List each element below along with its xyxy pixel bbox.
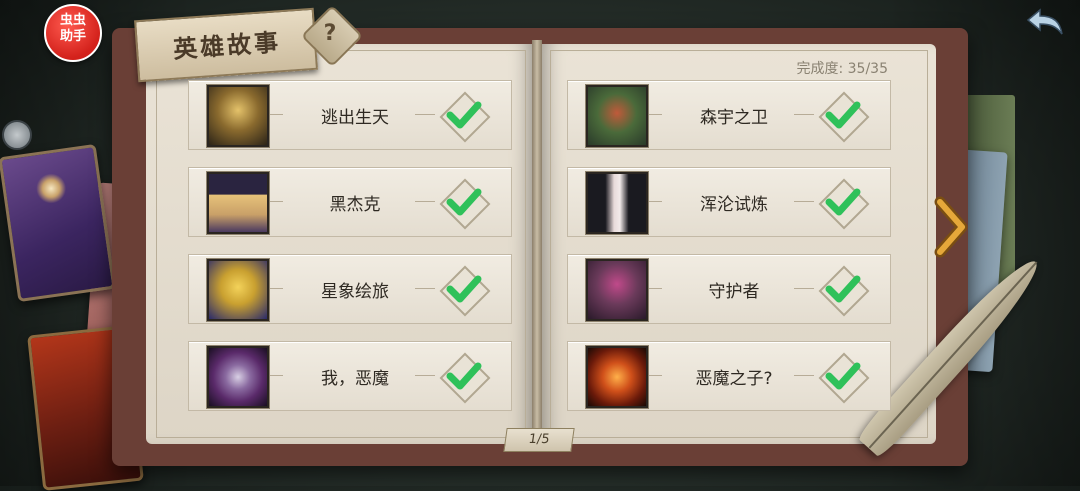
coin-decoration bbox=[2, 120, 32, 150]
checkmark-icon bbox=[825, 188, 861, 216]
story-row-2[interactable]: 黑杰克 bbox=[188, 167, 512, 237]
story-row-8[interactable]: 恶魔之子? bbox=[567, 341, 891, 411]
completed-check bbox=[818, 178, 870, 230]
checkmark-icon bbox=[446, 101, 482, 129]
hero-portrait-1 bbox=[207, 85, 269, 147]
story-row-5[interactable]: 森宇之卫 bbox=[567, 80, 891, 150]
checkmark-icon bbox=[446, 275, 482, 303]
story-row-4[interactable]: 我，恶魔 bbox=[188, 341, 512, 411]
story-title: 星象绘旅 bbox=[321, 282, 389, 302]
story-title: 恶魔之子? bbox=[695, 369, 773, 389]
checkmark-icon bbox=[446, 362, 482, 390]
story-title: 浑沦试炼 bbox=[700, 195, 768, 215]
checkmark-icon bbox=[446, 188, 482, 216]
helper-badge-label[interactable]: 虫虫 助手 bbox=[44, 13, 102, 45]
hero-portrait-8 bbox=[586, 346, 648, 408]
completed-check bbox=[818, 265, 870, 317]
completed-check bbox=[439, 91, 491, 143]
card-decoration-purple bbox=[0, 143, 116, 303]
back-arrow-icon[interactable] bbox=[1024, 6, 1066, 38]
checkmark-icon bbox=[825, 362, 861, 390]
hero-portrait-6 bbox=[586, 172, 648, 234]
checkmark-icon bbox=[825, 101, 861, 129]
hero-portrait-4 bbox=[207, 346, 269, 408]
completed-check bbox=[439, 178, 491, 230]
completion-label: 完成度: 35/35 bbox=[796, 61, 888, 77]
hero-portrait-5 bbox=[586, 85, 648, 147]
story-title: 黑杰克 bbox=[329, 195, 381, 215]
chevron-right-icon[interactable] bbox=[934, 196, 968, 258]
story-title: 守护者 bbox=[708, 282, 760, 302]
hero-portrait-2 bbox=[207, 172, 269, 234]
checkmark-icon bbox=[825, 275, 861, 303]
completed-check bbox=[818, 352, 870, 404]
story-title: 我，恶魔 bbox=[321, 369, 389, 389]
completed-check bbox=[818, 91, 870, 143]
question-icon[interactable]: ? bbox=[310, 14, 350, 54]
story-title: 森宇之卫 bbox=[700, 108, 768, 128]
page-indicator: 1/5 bbox=[503, 428, 575, 452]
hero-portrait-7 bbox=[586, 259, 648, 321]
completed-check bbox=[439, 265, 491, 317]
hero-portrait-3 bbox=[207, 259, 269, 321]
book-spine bbox=[532, 40, 542, 446]
completed-check bbox=[439, 352, 491, 404]
story-row-6[interactable]: 浑沦试炼 bbox=[567, 167, 891, 237]
story-row-3[interactable]: 星象绘旅 bbox=[188, 254, 512, 324]
story-row-1[interactable]: 逃出生天 bbox=[188, 80, 512, 150]
story-title: 逃出生天 bbox=[321, 108, 389, 128]
helper-badge-text: 虫虫 助手 bbox=[59, 13, 86, 44]
story-row-7[interactable]: 守护者 bbox=[567, 254, 891, 324]
